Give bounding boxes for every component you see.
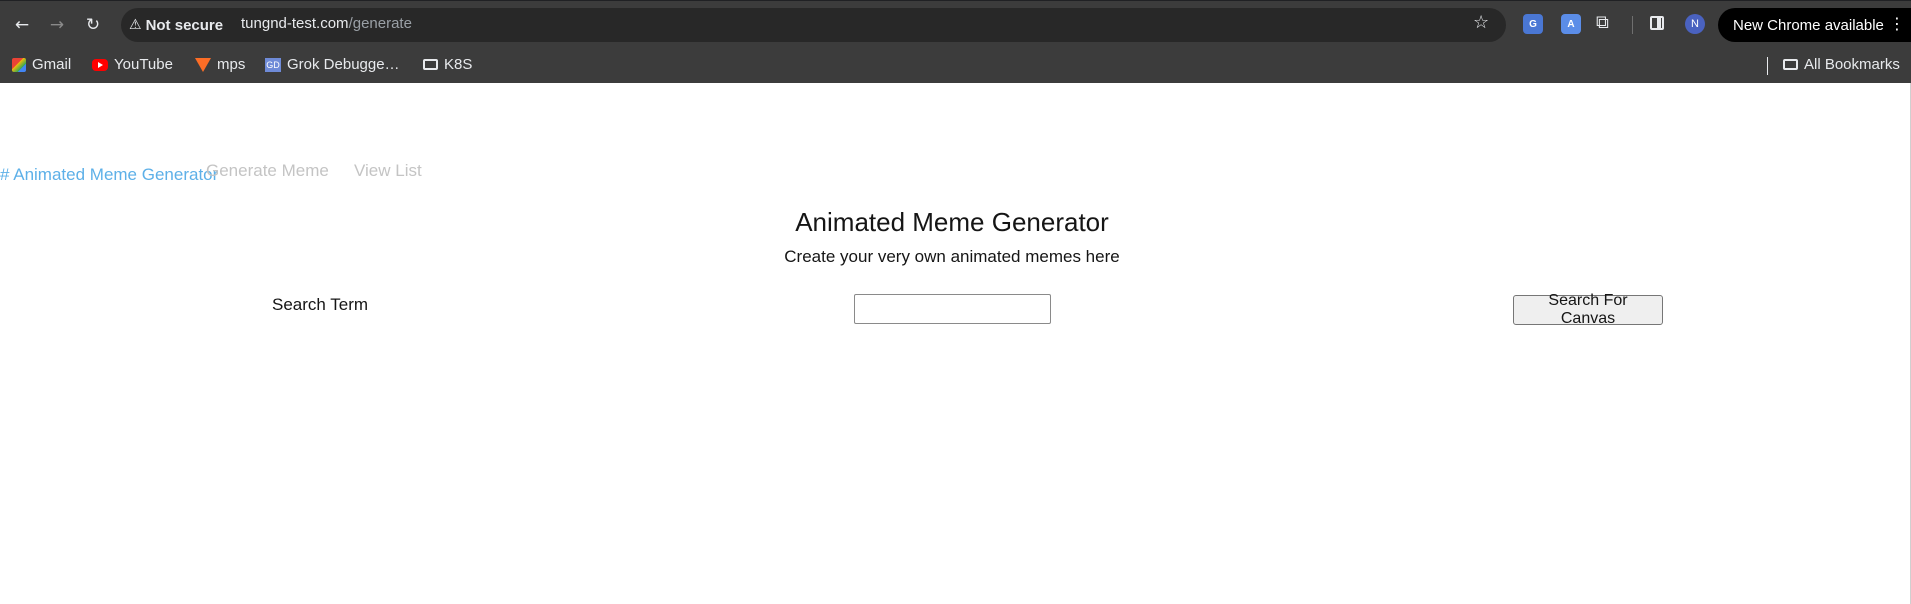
forward-arrow-icon: →: [49, 15, 65, 35]
search-term-label: Search Term: [272, 295, 369, 314]
bookmark-youtube[interactable]: YouTube: [92, 56, 173, 73]
bookmarks-bar: Gmail YouTube mps GD Grok Debugge… K8S A…: [0, 49, 1911, 83]
page-title: Animated Meme Generator: [795, 207, 1109, 237]
bookmark-label: K8S: [444, 56, 473, 73]
search-for-canvas-button[interactable]: Search For Canvas: [1513, 292, 1663, 327]
url-path: /generate: [348, 15, 412, 32]
kebab-menu-icon[interactable]: ⋮: [1889, 14, 1905, 33]
nav-view-list[interactable]: View List: [354, 161, 422, 181]
reload-icon: ↻: [85, 15, 101, 35]
url-text[interactable]: tungnd-test.com/generate: [241, 15, 412, 32]
bookmark-folder-k8s[interactable]: K8S: [423, 56, 472, 73]
folder-icon: [423, 59, 438, 70]
security-label: Not secure: [145, 16, 224, 34]
youtube-icon: [92, 58, 108, 71]
back-arrow-icon: ←: [14, 15, 30, 35]
toolbar-divider: [1632, 16, 1633, 34]
bookmark-gmail[interactable]: Gmail: [12, 56, 71, 73]
avatar-letter: N: [1691, 18, 1699, 30]
extension-glyph: G: [1529, 18, 1537, 30]
web-page: # Animated Meme Generator Generate Meme …: [0, 83, 1911, 604]
brand-link[interactable]: # Animated Meme Generator: [0, 165, 218, 185]
side-panel-icon[interactable]: [1650, 16, 1664, 30]
reload-button[interactable]: ↻: [79, 11, 107, 39]
translate-extension-icon[interactable]: A: [1561, 14, 1581, 34]
extensions-puzzle-icon[interactable]: ⧉: [1596, 12, 1609, 33]
search-term-input[interactable]: [854, 294, 1051, 324]
grok-debugger-icon: GD: [265, 57, 281, 72]
extension-glyph: A: [1567, 18, 1575, 30]
folder-icon: [1783, 59, 1798, 70]
warning-icon: ⚠: [129, 17, 142, 33]
bookmark-label: Gmail: [32, 56, 72, 73]
bookmark-mps[interactable]: mps: [195, 56, 245, 73]
bookmark-grok-debugger[interactable]: GD Grok Debugge…: [265, 56, 400, 73]
tab-strip-edge: [0, 0, 1911, 1]
security-indicator[interactable]: ⚠ Not secure: [129, 15, 223, 35]
profile-avatar[interactable]: N: [1685, 14, 1705, 34]
update-chrome-button[interactable]: New Chrome available ⋮: [1718, 8, 1911, 42]
bookmark-label: YouTube: [114, 56, 173, 73]
bookmarks-divider: [1767, 57, 1768, 75]
nav-generate-meme[interactable]: Generate Meme: [206, 161, 329, 181]
page-subtitle: Create your very own animated memes here: [784, 247, 1120, 266]
bookmark-star-icon[interactable]: ☆: [1473, 12, 1489, 33]
google-translate-extension-icon[interactable]: G: [1523, 14, 1543, 34]
url-host: tungnd-test.com: [241, 15, 349, 32]
all-bookmarks[interactable]: All Bookmarks: [1783, 56, 1900, 73]
bookmark-label: Grok Debugge…: [287, 56, 400, 73]
gmail-icon: [12, 57, 26, 72]
back-button[interactable]: ←: [8, 11, 36, 39]
gitlab-icon: [195, 57, 211, 72]
browser-toolbar: ← → ↻ ⚠ Not secure tungnd-test.com/gener…: [0, 0, 1911, 49]
forward-button[interactable]: →: [43, 11, 71, 39]
bookmark-label: mps: [217, 56, 246, 73]
all-bookmarks-label: All Bookmarks: [1804, 56, 1900, 73]
update-label: New Chrome available: [1733, 16, 1884, 34]
